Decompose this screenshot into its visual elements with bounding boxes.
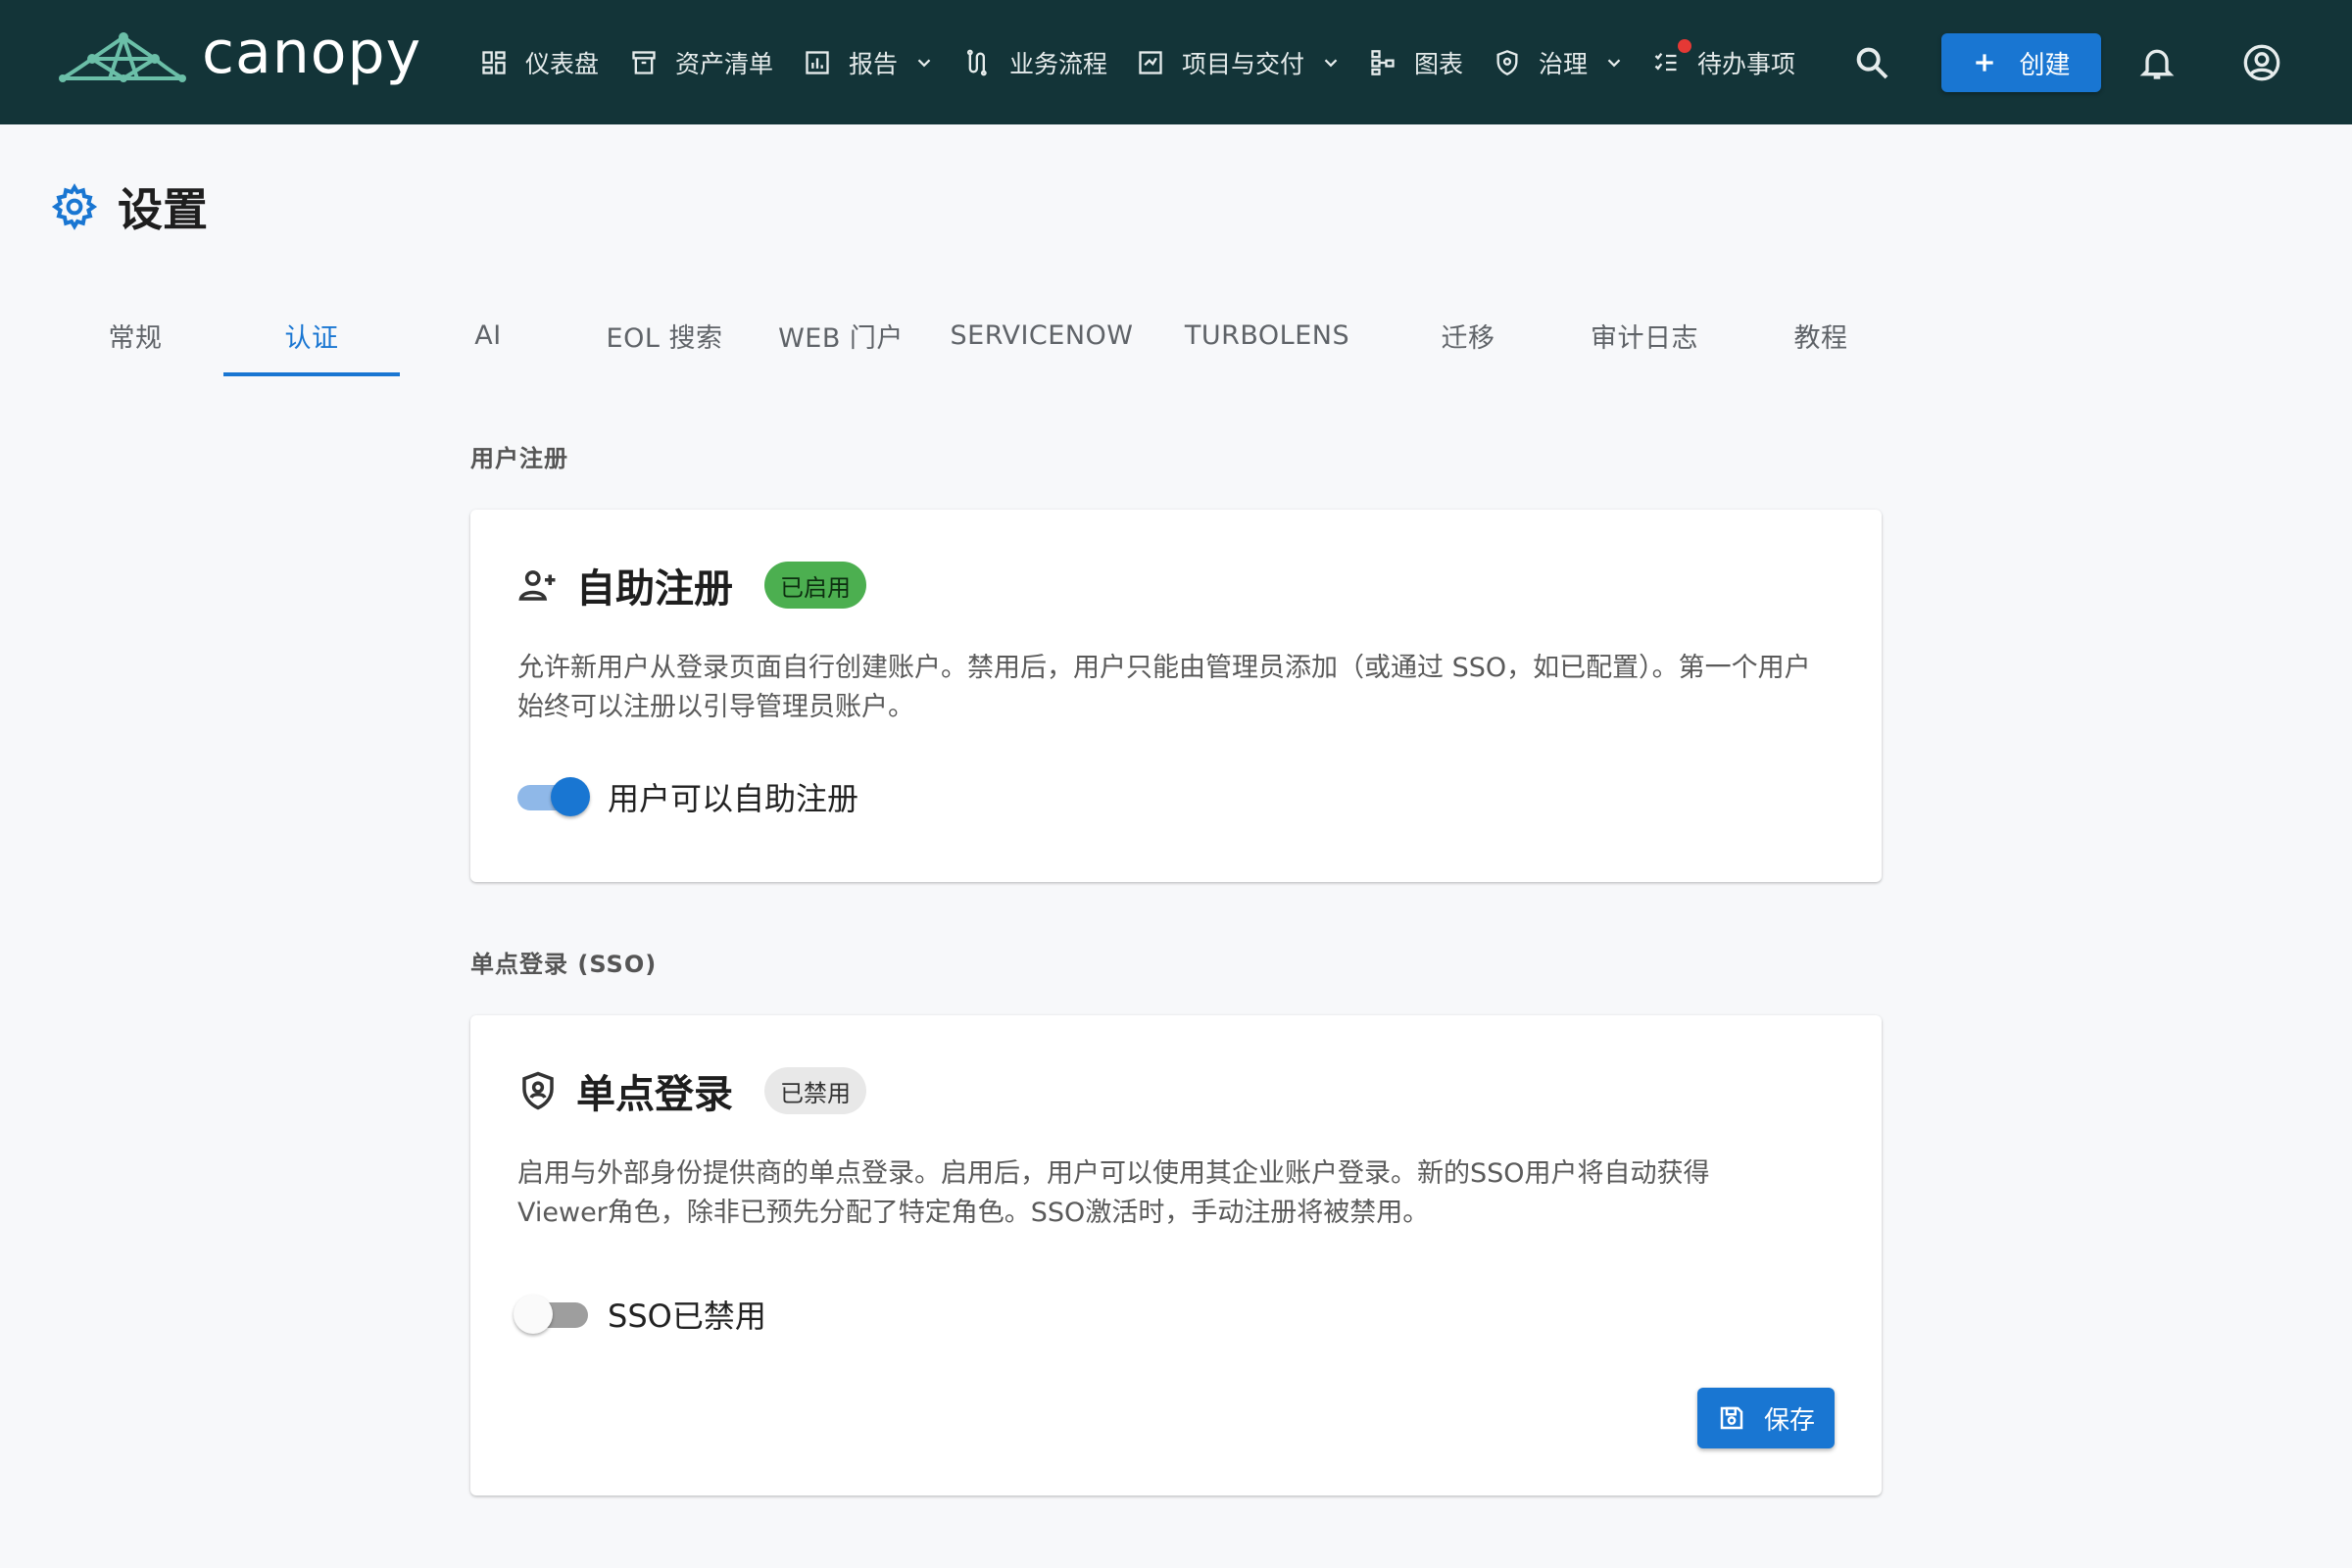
search-icon xyxy=(1856,47,1888,79)
card-header: 自助注册 已启用 xyxy=(517,557,866,613)
self-registration-card: 自助注册 已启用 允许新用户从登录页面自行创建账户。禁用后，用户只能由管理员添加… xyxy=(470,510,1882,882)
tab-migration[interactable]: 迁移 xyxy=(1380,294,1556,376)
nav-label: 资产清单 xyxy=(675,50,774,78)
page-title-text: 设置 xyxy=(118,183,208,236)
save-icon xyxy=(1720,1406,1743,1430)
tab-eol-search[interactable]: EOL 搜索 xyxy=(576,294,753,376)
nav-label: 图表 xyxy=(1414,50,1464,78)
card-description: 启用与外部身份提供商的单点登录。启用后，用户可以使用其企业账户登录。新的SSO用… xyxy=(517,1158,1710,1228)
app-bar: canopy 仪表盘 资产清单 报告 业务流程 项目与交付 图表 治理 待办事项 xyxy=(0,0,2352,124)
card-title: 单点登录 xyxy=(576,1072,733,1117)
nav-label: 项目与交付 xyxy=(1182,50,1305,78)
toggle-label: 用户可以自助注册 xyxy=(608,780,859,817)
create-button[interactable]: 创建 xyxy=(1941,33,2101,92)
tab-web-portal[interactable]: WEB 门户 xyxy=(753,294,929,376)
notification-dot xyxy=(1678,39,1691,53)
sso-card: 单点登录 已禁用 启用与外部身份提供商的单点登录。启用后，用户可以使用其企业账户… xyxy=(470,1015,1882,1495)
shield-icon xyxy=(1496,50,1518,75)
nav-label: 治理 xyxy=(1539,50,1589,78)
hierarchy-icon xyxy=(1371,50,1395,75)
save-button-label: 保存 xyxy=(1763,1405,1815,1436)
section-label-sso: 单点登录 (SSO) xyxy=(470,951,658,978)
nav-item-todos[interactable]: 待办事项 xyxy=(1652,39,1795,86)
checklist-icon xyxy=(1654,52,1677,72)
tab-tutorials[interactable]: 教程 xyxy=(1733,294,1909,376)
nav-item-governance[interactable]: 治理 xyxy=(1494,39,1625,86)
dashboard-icon xyxy=(482,51,506,74)
chevron-down-icon xyxy=(917,59,931,68)
plus-icon xyxy=(1976,54,1994,72)
tab-authentication[interactable]: 认证 xyxy=(223,294,400,376)
nav-item-inventory[interactable]: 资产清单 xyxy=(630,39,773,86)
search-button[interactable] xyxy=(1844,35,1899,90)
nav-item-business-process[interactable]: 业务流程 xyxy=(964,39,1107,86)
nav-item-projects[interactable]: 项目与交付 xyxy=(1137,39,1342,86)
self-registration-toggle[interactable]: 用户可以自助注册 xyxy=(514,774,858,819)
nav-label: 仪表盘 xyxy=(525,50,600,78)
tab-ai[interactable]: AI xyxy=(400,294,576,376)
nav-label: 业务流程 xyxy=(1009,50,1108,78)
card-description: 允许新用户从登录页面自行创建账户。禁用后，用户只能由管理员添加（或通过 SSO，… xyxy=(517,653,1811,722)
flow-icon xyxy=(966,49,987,76)
tab-audit-log[interactable]: 审计日志 xyxy=(1556,294,1733,376)
sso-toggle[interactable]: SSO已禁用 xyxy=(514,1292,766,1337)
nav-label: 待办事项 xyxy=(1697,50,1796,78)
shield-lock-icon xyxy=(522,1071,554,1110)
chevron-down-icon xyxy=(1324,59,1338,68)
chevron-down-icon xyxy=(1607,59,1621,68)
save-button[interactable]: 保存 xyxy=(1697,1388,1835,1448)
create-button-label: 创建 xyxy=(2019,50,2071,80)
nav-label: 报告 xyxy=(849,50,899,78)
account-button[interactable] xyxy=(2234,35,2289,90)
toggle-label: SSO已禁用 xyxy=(608,1298,766,1335)
gear-icon xyxy=(51,183,98,230)
nav-item-reports[interactable]: 报告 xyxy=(804,39,935,86)
tab-general[interactable]: 常规 xyxy=(47,294,223,376)
person-add-icon xyxy=(518,570,556,601)
card-title: 自助注册 xyxy=(576,566,733,612)
nav-item-dashboard[interactable]: 仪表盘 xyxy=(480,39,599,86)
notifications-button[interactable] xyxy=(2130,35,2184,90)
bar-chart-icon xyxy=(806,51,829,74)
status-badge: 已启用 xyxy=(764,562,866,609)
brand[interactable]: canopy xyxy=(59,24,421,84)
app-name: canopy xyxy=(202,19,422,87)
bell-icon xyxy=(2139,49,2175,79)
archive-box-icon xyxy=(632,51,656,74)
page-title: 设置 xyxy=(51,174,208,239)
tab-servicenow[interactable]: SERVICENOW xyxy=(929,294,1154,376)
card-header: 单点登录 已禁用 xyxy=(517,1062,866,1119)
nav-item-diagrams[interactable]: 图表 xyxy=(1369,39,1463,86)
tab-turbolens[interactable]: TURBOLENS xyxy=(1154,294,1380,376)
canopy-tent-icon xyxy=(59,32,186,82)
toggle-switch[interactable] xyxy=(514,1293,592,1336)
section-label-registration: 用户注册 xyxy=(470,445,568,472)
toggle-switch[interactable] xyxy=(514,775,592,818)
account-circle-icon xyxy=(2243,44,2280,81)
project-icon xyxy=(1139,51,1162,74)
status-badge: 已禁用 xyxy=(764,1067,866,1114)
